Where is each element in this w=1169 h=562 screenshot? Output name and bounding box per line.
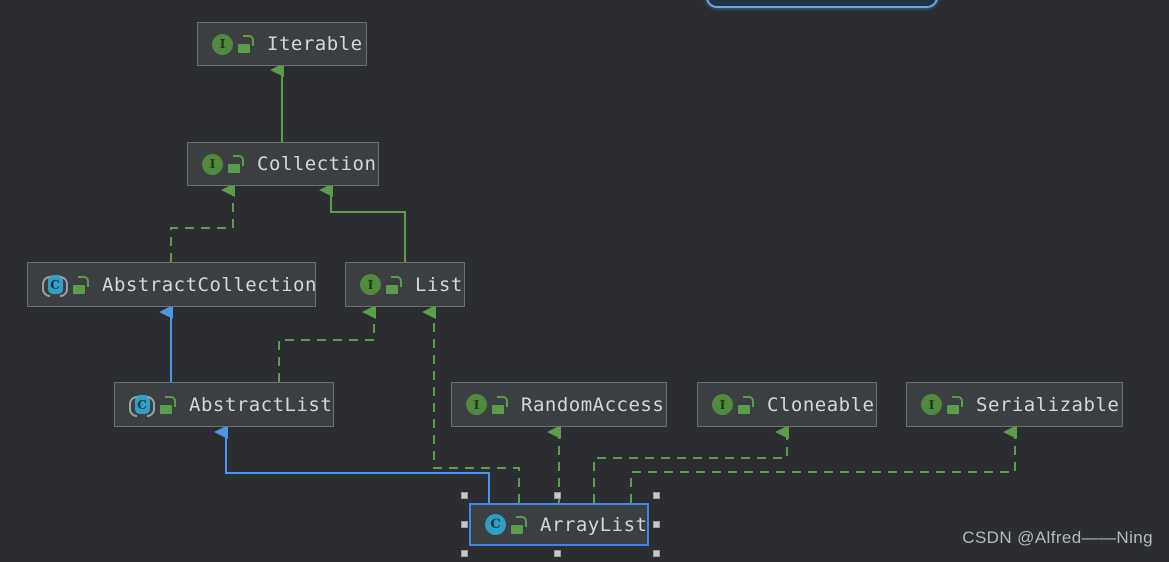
node-label: Iterable bbox=[267, 33, 363, 55]
unlocked-padlock-icon bbox=[72, 275, 89, 294]
search-field-partial[interactable] bbox=[706, 0, 938, 8]
interface-icon: I bbox=[712, 394, 733, 415]
node-label: List bbox=[415, 273, 463, 296]
node-label: Collection bbox=[257, 153, 377, 175]
abstract-class-icon: C bbox=[42, 274, 68, 297]
node-icons: I bbox=[921, 394, 963, 415]
interface-icon: I bbox=[212, 33, 233, 55]
node-list[interactable]: I List bbox=[345, 262, 465, 307]
node-icons: I bbox=[202, 153, 244, 175]
abstract-class-icon: C bbox=[129, 394, 155, 417]
node-serializable[interactable]: I Serializable bbox=[906, 382, 1123, 427]
resize-handle-ne[interactable] bbox=[653, 492, 660, 499]
interface-icon: I bbox=[466, 394, 487, 415]
node-label: Cloneable bbox=[767, 393, 875, 416]
unlocked-padlock-icon bbox=[737, 395, 754, 414]
node-abstract-list[interactable]: C AbstractList bbox=[114, 382, 334, 427]
node-cloneable[interactable]: I Cloneable bbox=[697, 382, 877, 427]
resize-handle-nw[interactable] bbox=[461, 492, 468, 499]
diagram-canvas[interactable]: I Iterable I Collection C AbstractCollec… bbox=[0, 0, 1169, 562]
unlocked-padlock-icon bbox=[227, 155, 244, 173]
interface-icon: I bbox=[202, 153, 223, 175]
resize-handle-e[interactable] bbox=[653, 521, 660, 528]
node-icons: I bbox=[712, 394, 754, 415]
node-iterable[interactable]: I Iterable bbox=[197, 22, 367, 66]
node-label: ArrayList bbox=[540, 513, 648, 536]
unlocked-padlock-icon bbox=[946, 395, 963, 414]
unlocked-padlock-icon bbox=[385, 275, 402, 294]
unlocked-padlock-icon bbox=[510, 515, 527, 534]
node-icons: I bbox=[360, 274, 402, 295]
node-icons: C bbox=[485, 514, 527, 535]
interface-icon: I bbox=[921, 394, 942, 415]
node-icons: C bbox=[129, 394, 176, 417]
node-collection[interactable]: I Collection bbox=[187, 142, 379, 186]
node-icons: I bbox=[466, 394, 508, 415]
node-icons: C bbox=[42, 274, 89, 297]
unlocked-padlock-icon bbox=[491, 395, 508, 414]
node-abstract-collection[interactable]: C AbstractCollection bbox=[27, 262, 316, 307]
node-icons: I bbox=[212, 33, 254, 55]
node-label: AbstractCollection bbox=[102, 273, 317, 296]
unlocked-padlock-icon bbox=[159, 395, 176, 414]
resize-handle-sw[interactable] bbox=[461, 550, 468, 557]
resize-handle-n[interactable] bbox=[554, 492, 561, 499]
resize-handle-s[interactable] bbox=[554, 550, 561, 557]
interface-icon: I bbox=[360, 274, 381, 295]
node-label: RandomAccess bbox=[521, 393, 665, 416]
unlocked-padlock-icon bbox=[237, 35, 254, 53]
node-random-access[interactable]: I RandomAccess bbox=[451, 382, 667, 427]
node-label: Serializable bbox=[976, 393, 1120, 416]
resize-handle-se[interactable] bbox=[653, 550, 660, 557]
node-label: AbstractList bbox=[189, 393, 333, 416]
resize-handle-w[interactable] bbox=[461, 521, 468, 528]
node-arraylist[interactable]: C ArrayList bbox=[469, 503, 649, 546]
watermark: CSDN @Alfred——Ning bbox=[962, 528, 1153, 547]
class-icon: C bbox=[485, 514, 506, 535]
